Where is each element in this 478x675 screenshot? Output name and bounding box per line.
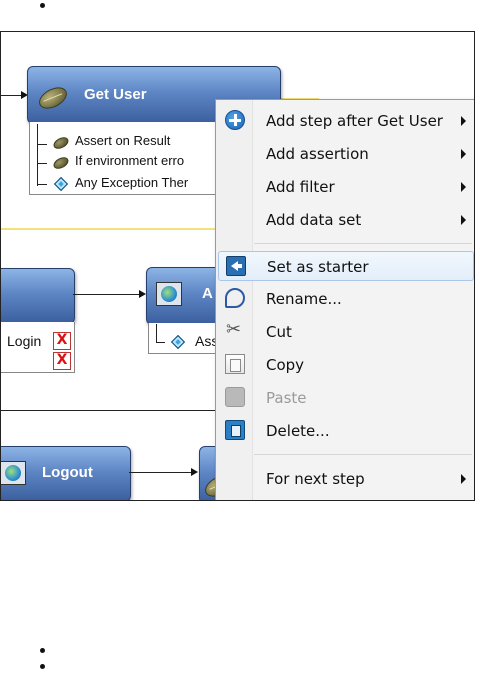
menu-item-cut[interactable]: Cut (218, 317, 474, 347)
menu-item-label: Add data set (266, 211, 362, 229)
context-menu: Add step after Get User Add assertion Ad… (215, 99, 474, 500)
connector-arrow (139, 290, 146, 298)
submenu-arrow-icon (461, 116, 466, 126)
tree-line (37, 124, 38, 186)
submenu-arrow-icon (461, 215, 466, 225)
divider (1, 410, 215, 411)
menu-item-copy[interactable]: Copy (218, 350, 474, 380)
scissors-icon (225, 319, 245, 341)
guide-line (1, 228, 215, 230)
bean-icon (35, 83, 71, 113)
globe-icon (156, 282, 182, 306)
menu-item-rename[interactable]: Rename... (218, 284, 474, 314)
paste-icon (225, 387, 245, 407)
tree-line (37, 144, 47, 145)
submenu-arrow-icon (461, 149, 466, 159)
menu-item-label: Rename... (266, 290, 342, 308)
node-label: Get User (84, 86, 147, 103)
diagram-canvas: Get User Assert on Result If environment… (0, 31, 475, 501)
connector (129, 472, 193, 473)
menu-item-add-step-after[interactable]: Add step after Get User (218, 106, 474, 136)
tree-line (156, 342, 165, 343)
menu-item-label: Copy (266, 356, 305, 374)
error-x-icon: X (53, 352, 71, 370)
tree-line (37, 163, 47, 164)
menu-item-paste[interactable]: Paste (218, 383, 474, 413)
login-label: Login (7, 333, 42, 349)
error-x-icon: X (53, 332, 71, 350)
globe-icon (1, 461, 26, 485)
menu-item-label: Add filter (266, 178, 335, 196)
connector (73, 294, 141, 295)
menu-item-label: Add assertion (266, 145, 369, 163)
menu-separator (254, 454, 472, 455)
tree-line (37, 184, 47, 185)
add-circle-icon (225, 110, 245, 130)
menu-item-label: Cut (266, 323, 292, 341)
copy-icon (225, 354, 245, 374)
menu-item-set-as-starter[interactable]: Set as starter (218, 251, 474, 281)
menu-item-add-assertion[interactable]: Add assertion (218, 139, 474, 169)
delete-icon (225, 420, 245, 440)
menu-item-label: Set as starter (267, 258, 369, 276)
menu-item-add-filter[interactable]: Add filter (218, 172, 474, 202)
menu-item-label: Delete... (266, 422, 330, 440)
node-label: Logout (42, 464, 93, 481)
bullet-marker (40, 3, 45, 8)
menu-item-label: For next step (266, 470, 365, 488)
bullet-marker (40, 648, 45, 653)
menu-item-for-next-step[interactable]: For next step (218, 464, 474, 494)
step-node-left[interactable] (1, 268, 75, 324)
menu-item-label: Paste (266, 389, 307, 407)
bullet-marker (40, 664, 45, 669)
menu-item-add-data-set[interactable]: Add data set (218, 205, 474, 235)
node-label: A (202, 285, 213, 302)
child-step-if-environment[interactable]: If environment erro (75, 153, 184, 168)
rename-icon (225, 288, 245, 308)
menu-separator (254, 243, 472, 244)
submenu-arrow-icon (461, 182, 466, 192)
child-step-assert[interactable]: Assert on Result (75, 133, 170, 148)
child-step-exception[interactable]: Any Exception Ther (75, 175, 188, 190)
submenu-arrow-icon (461, 474, 466, 484)
tree-line (156, 324, 157, 342)
menu-item-delete[interactable]: Delete... (218, 416, 474, 446)
step-node-logout[interactable]: Logout (1, 446, 131, 500)
connector (1, 95, 23, 96)
set-starter-icon (226, 256, 246, 276)
menu-item-label: Add step after Get User (266, 112, 443, 130)
connector-arrow (191, 468, 198, 476)
